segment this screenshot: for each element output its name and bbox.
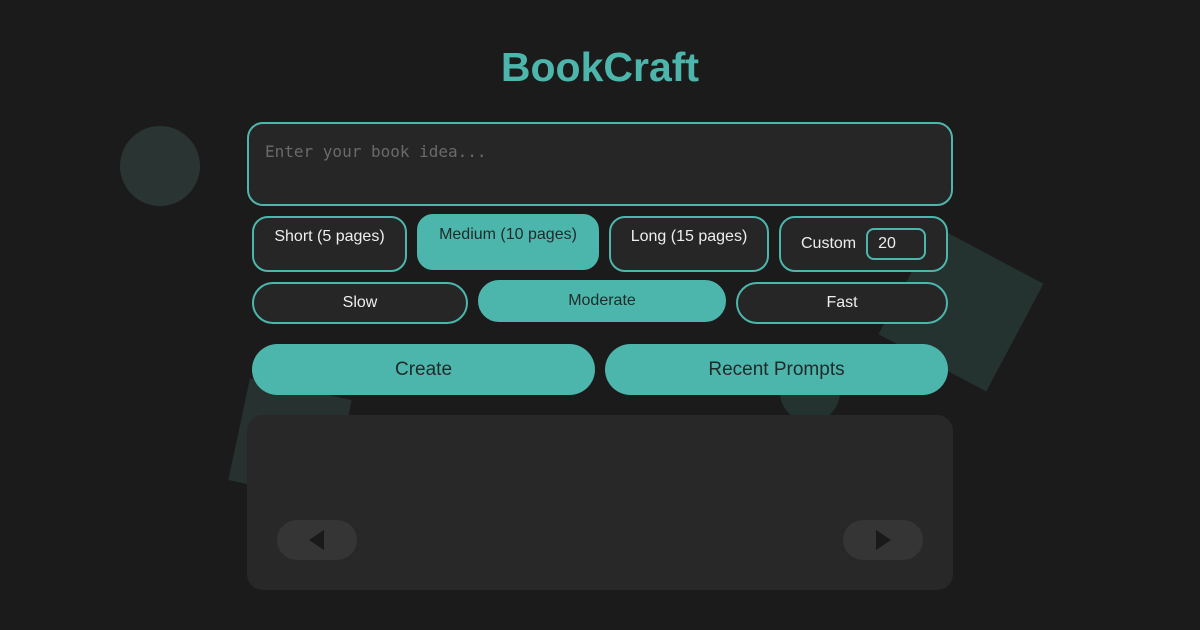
length-custom-option[interactable]: Custom — [779, 216, 948, 272]
pace-moderate-button[interactable]: Moderate — [478, 280, 726, 322]
triangle-right-icon — [876, 530, 891, 550]
length-medium-button[interactable]: Medium (10 pages) — [417, 214, 599, 270]
pace-fast-button[interactable]: Fast — [736, 282, 948, 324]
recent-prompts-button[interactable]: Recent Prompts — [605, 344, 948, 395]
triangle-left-icon — [309, 530, 324, 550]
pace-slow-button[interactable]: Slow — [252, 282, 468, 324]
length-long-button[interactable]: Long (15 pages) — [609, 216, 769, 272]
create-button[interactable]: Create — [252, 344, 595, 395]
next-page-button[interactable] — [843, 520, 923, 560]
previous-page-button[interactable] — [277, 520, 357, 560]
custom-pages-input[interactable] — [866, 228, 927, 260]
custom-label: Custom — [801, 235, 857, 252]
app-title: BookCraft — [500, 44, 700, 90]
book-viewer-panel — [247, 415, 953, 590]
length-short-button[interactable]: Short (5 pages) — [252, 216, 407, 272]
book-idea-input[interactable] — [247, 122, 953, 206]
decorative-circle — [120, 126, 200, 206]
page: BookCraft Short (5 pages) Medium (10 pag… — [0, 0, 1200, 630]
